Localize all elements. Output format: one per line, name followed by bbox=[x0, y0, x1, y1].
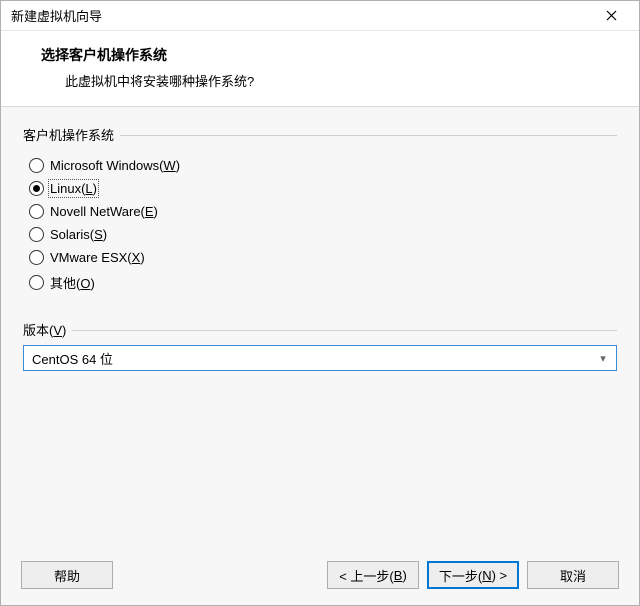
group-divider bbox=[120, 135, 617, 136]
window-title: 新建虚拟机向导 bbox=[11, 6, 591, 25]
radio-label: VMware ESX(X) bbox=[50, 250, 145, 265]
wizard-header: 选择客户机操作系统 此虚拟机中将安装哪种操作系统? bbox=[1, 31, 639, 107]
os-radio-option[interactable]: Microsoft Windows(W) bbox=[29, 154, 613, 177]
radio-icon bbox=[29, 181, 44, 196]
radio-icon bbox=[29, 227, 44, 242]
radio-label: Solaris(S) bbox=[50, 227, 107, 242]
radio-label: Microsoft Windows(W) bbox=[50, 158, 180, 173]
help-button[interactable]: 帮助 bbox=[21, 561, 113, 589]
os-radio-group: Microsoft Windows(W) Linux(L) Novell NetWa… bbox=[23, 146, 617, 314]
group-divider bbox=[72, 330, 617, 331]
radio-icon bbox=[29, 204, 44, 219]
os-radio-option[interactable]: Novell NetWare(E) bbox=[29, 200, 613, 223]
chevron-down-icon: ▾ bbox=[594, 352, 612, 365]
radio-icon bbox=[29, 158, 44, 173]
titlebar: 新建虚拟机向导 bbox=[1, 1, 639, 31]
version-select-value: CentOS 64 位 bbox=[32, 349, 594, 368]
radio-label: Linux(L) bbox=[50, 181, 97, 196]
next-button[interactable]: 下一步(N) > bbox=[427, 561, 519, 589]
radio-icon bbox=[29, 275, 44, 290]
os-radio-option[interactable]: Linux(L) bbox=[29, 177, 613, 200]
radio-icon bbox=[29, 250, 44, 265]
page-title: 选择客户机操作系统 bbox=[41, 45, 615, 65]
page-subtitle: 此虚拟机中将安装哪种操作系统? bbox=[41, 71, 615, 90]
wizard-footer: 帮助 < 上一步(B) 下一步(N) > 取消 bbox=[1, 549, 639, 605]
version-section: 版本(V) CentOS 64 位 ▾ bbox=[23, 320, 617, 371]
version-label: 版本(V) bbox=[23, 320, 617, 339]
wizard-window: 新建虚拟机向导 选择客户机操作系统 此虚拟机中将安装哪种操作系统? 客户机操作系… bbox=[0, 0, 640, 606]
radio-label: Novell NetWare(E) bbox=[50, 204, 158, 219]
version-select[interactable]: CentOS 64 位 ▾ bbox=[23, 345, 617, 371]
cancel-button[interactable]: 取消 bbox=[527, 561, 619, 589]
back-button[interactable]: < 上一步(B) bbox=[327, 561, 419, 589]
close-button[interactable] bbox=[591, 2, 631, 30]
wizard-content: 客户机操作系统 Microsoft Windows(W) Linux(L) Nove… bbox=[1, 107, 639, 549]
close-icon bbox=[606, 10, 617, 21]
radio-label: 其他(O) bbox=[50, 273, 95, 292]
os-group-label: 客户机操作系统 bbox=[23, 125, 617, 144]
os-radio-option[interactable]: Solaris(S) bbox=[29, 223, 613, 246]
os-radio-option[interactable]: VMware ESX(X) bbox=[29, 246, 613, 269]
os-radio-option[interactable]: 其他(O) bbox=[29, 269, 613, 296]
